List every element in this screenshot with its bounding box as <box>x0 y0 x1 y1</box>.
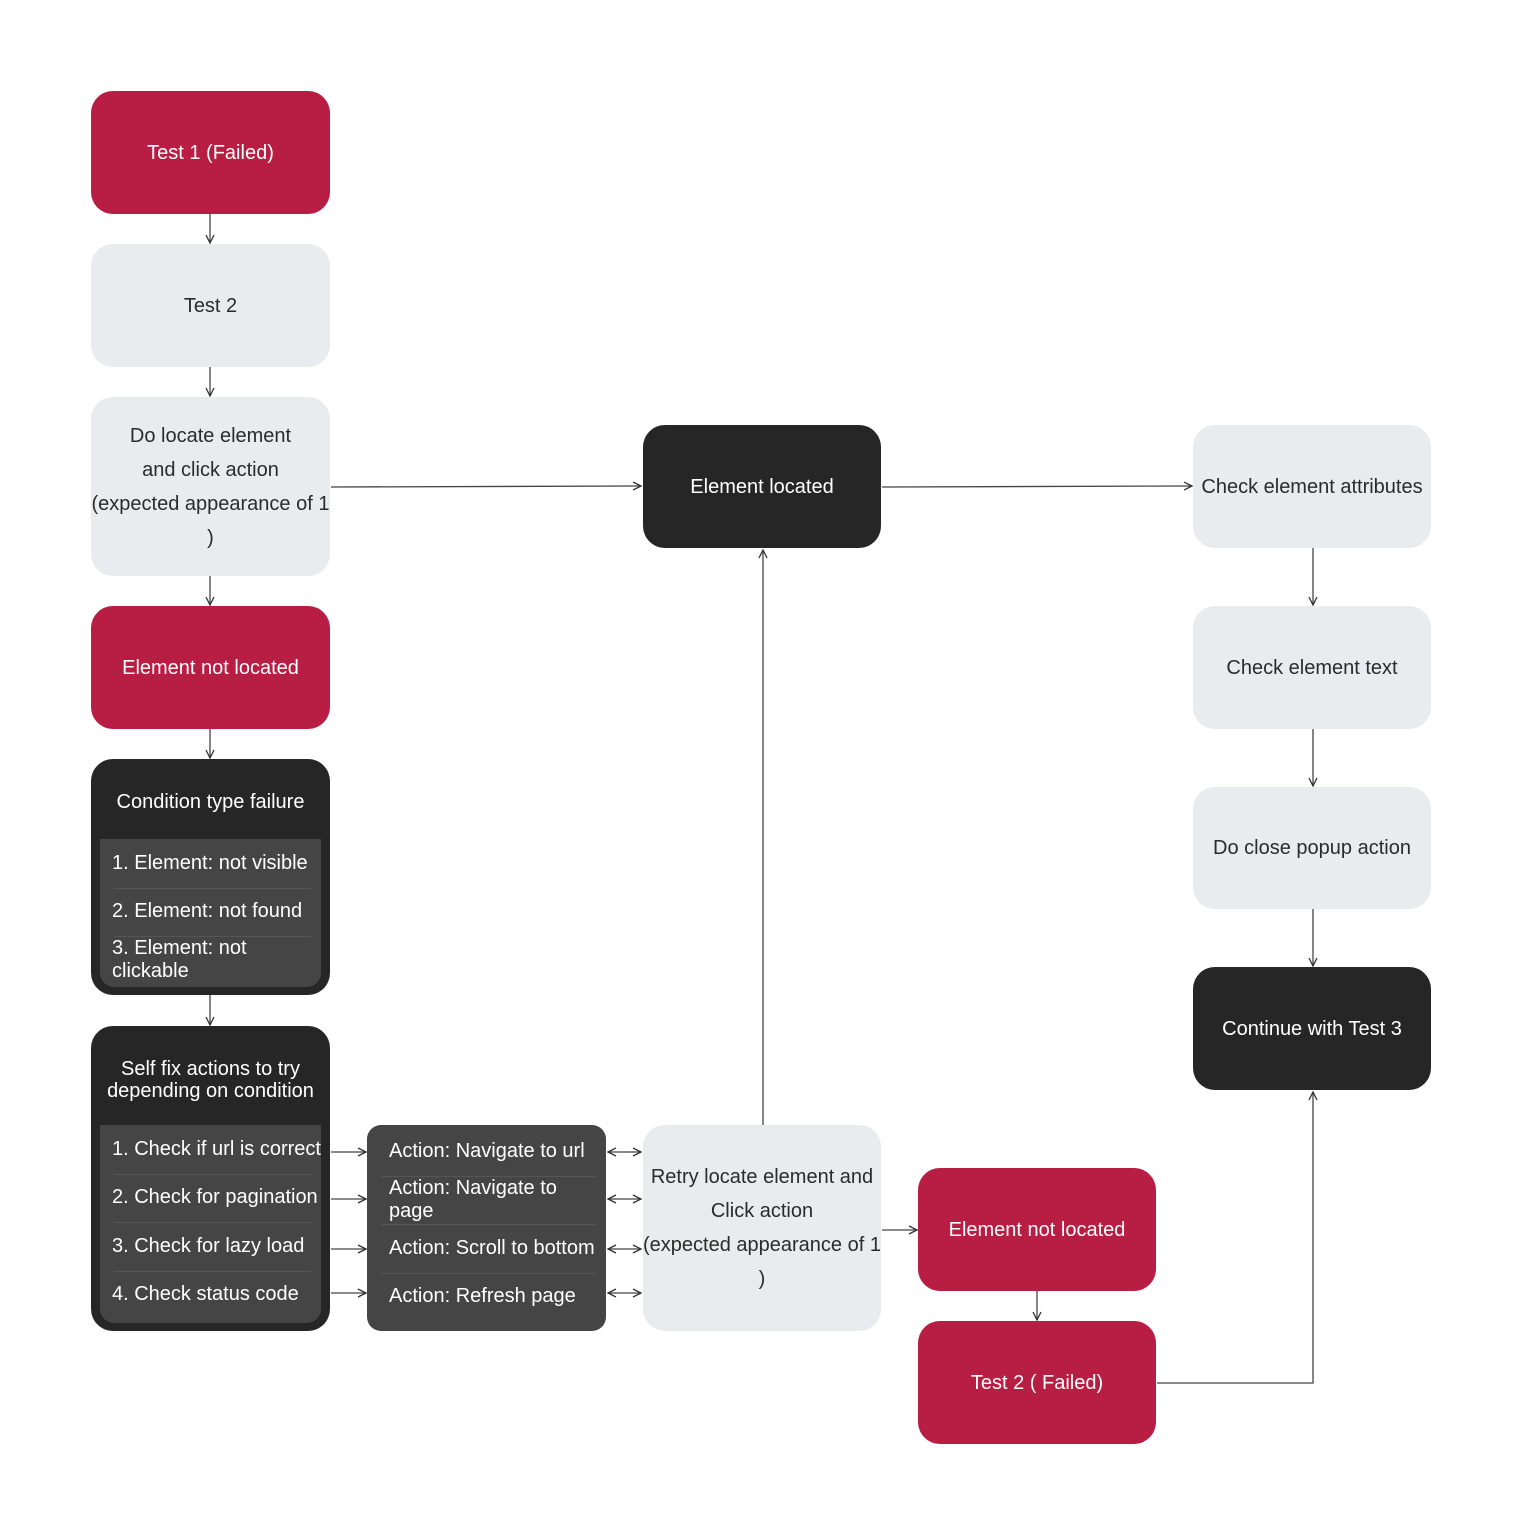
node-element-not-located-2: Element not located <box>918 1168 1156 1291</box>
group-title: Condition type failure <box>116 791 305 813</box>
node-label: Retry locate element and Click action (e… <box>643 1166 881 1290</box>
node-element-not-located: Element not located <box>91 606 330 729</box>
self-fix-item: 1. Check if url is correct <box>112 1137 321 1160</box>
node-label: Test 1 (Failed) <box>147 141 274 164</box>
node-element-located: Element located <box>643 425 881 548</box>
condition-type-failure-group: Condition type failure 1. Element: not v… <box>91 759 330 995</box>
action-item: Action: Refresh page <box>367 1272 606 1322</box>
node-label: Test 2 <box>183 294 238 317</box>
condition-item: 2. Element: not found <box>100 887 321 937</box>
node-close-popup: Do close popup action <box>1193 787 1431 909</box>
arrow-located-attributes <box>881 486 1192 487</box>
node-label: Element not located <box>948 1218 1126 1241</box>
node-label: Do locate element and click action (expe… <box>91 424 330 549</box>
node-do-locate: Do locate element and click action (expe… <box>91 397 330 576</box>
arrow-test2failed-continue <box>1157 1092 1313 1384</box>
node-check-attributes: Check element attributes <box>1193 425 1431 548</box>
action-item: Action: Scroll to bottom <box>367 1224 606 1273</box>
condition-item: 1. Element: not visible <box>112 851 308 874</box>
node-check-text: Check element text <box>1193 606 1431 729</box>
node-label: Test 2 ( Failed) <box>970 1371 1104 1394</box>
action-item: Action: Navigate to url <box>389 1139 585 1162</box>
condition-list: 1. Element: not visible 2. Element: not … <box>100 839 321 987</box>
node-label: Element not located <box>122 656 299 679</box>
arrow-locate-located <box>330 486 641 487</box>
condition-item: 3. Element: not clickable <box>100 936 321 985</box>
group-title: Self fix actions to try depending on con… <box>107 1058 314 1102</box>
action-item: Action: Navigate to page <box>367 1175 606 1225</box>
self-fix-item: 3. Check for lazy load <box>100 1222 321 1271</box>
self-fix-item: 4. Check status code <box>100 1270 321 1320</box>
node-continue-test3: Continue with Test 3 <box>1193 967 1431 1090</box>
node-label: Do close popup action <box>1213 837 1411 859</box>
self-fix-item: 2. Check for pagination <box>100 1173 321 1223</box>
node-test2-failed: Test 2 ( Failed) <box>918 1321 1156 1444</box>
node-label: Check element attributes <box>1201 475 1423 498</box>
self-fix-list: 1. Check if url is correct 2. Check for … <box>100 1125 321 1323</box>
node-label: Check element text <box>1226 656 1398 679</box>
actions-list: Action: Navigate to url Action: Navigate… <box>367 1125 606 1331</box>
node-label: Continue with Test 3 <box>1222 1017 1402 1040</box>
node-test2: Test 2 <box>91 244 330 367</box>
node-test1-failed: Test 1 (Failed) <box>91 91 330 214</box>
self-fix-actions-group: Self fix actions to try depending on con… <box>91 1026 330 1331</box>
node-label: Element located <box>690 475 834 498</box>
node-retry-locate: Retry locate element and Click action (e… <box>643 1125 881 1331</box>
